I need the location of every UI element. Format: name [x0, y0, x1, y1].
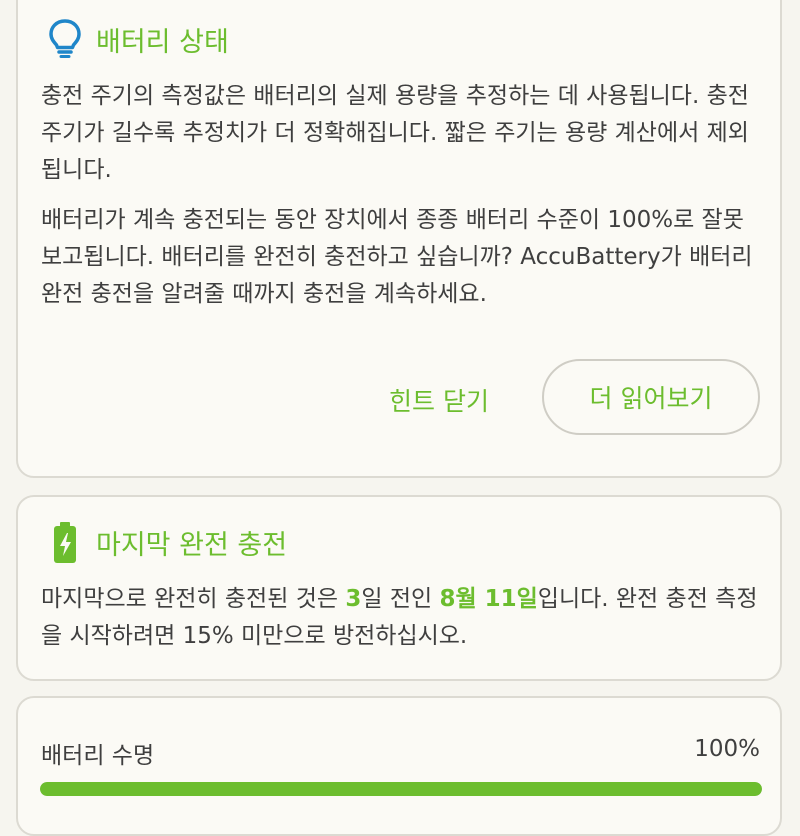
- tip-paragraph-cycles: 충전 주기의 측정값은 배터리의 실제 용량을 추정하는 데 사용됩니다. 충전…: [41, 83, 749, 183]
- lightbulb-icon: [48, 18, 82, 62]
- full-charge-card-title: 마지막 완전 충전: [96, 530, 288, 561]
- tip-paragraph-full-charge: 배터리가 계속 충전되는 동안 장치에서 종종 배터리 수준이 100%로 잘못…: [41, 207, 753, 307]
- full-charge-date: 8월 11일: [439, 586, 538, 612]
- battery-health-tip-card: 배터리 상태 충전 주기의 측정값은 배터리의 실제 용량을 추정하는 데 사용…: [16, 0, 782, 478]
- full-charge-text-part1: 마지막으로 완전히 충전된 것은: [41, 586, 346, 612]
- tip-card-title: 배터리 상태: [96, 27, 229, 58]
- battery-life-progress-fill: [40, 782, 762, 796]
- read-more-button[interactable]: 더 읽어보기: [542, 359, 760, 435]
- battery-life-progress-bar: [40, 782, 762, 796]
- battery-life-value: 100%: [694, 736, 760, 762]
- full-charge-text-part2: 일 전인: [361, 586, 440, 612]
- days-ago-value: 3: [345, 586, 362, 612]
- battery-life-card: 배터리 수명 100%: [16, 696, 782, 836]
- last-full-charge-card: 마지막 완전 충전 마지막으로 완전히 충전된 것은 3일 전인 8월 11일입…: [16, 495, 782, 681]
- battery-life-label: 배터리 수명: [41, 743, 155, 769]
- dismiss-hint-button[interactable]: 힌트 닫기: [389, 382, 489, 418]
- battery-charging-icon: [52, 521, 78, 569]
- full-charge-description: 마지막으로 완전히 충전된 것은 3일 전인 8월 11일입니다. 완전 충전 …: [41, 581, 763, 655]
